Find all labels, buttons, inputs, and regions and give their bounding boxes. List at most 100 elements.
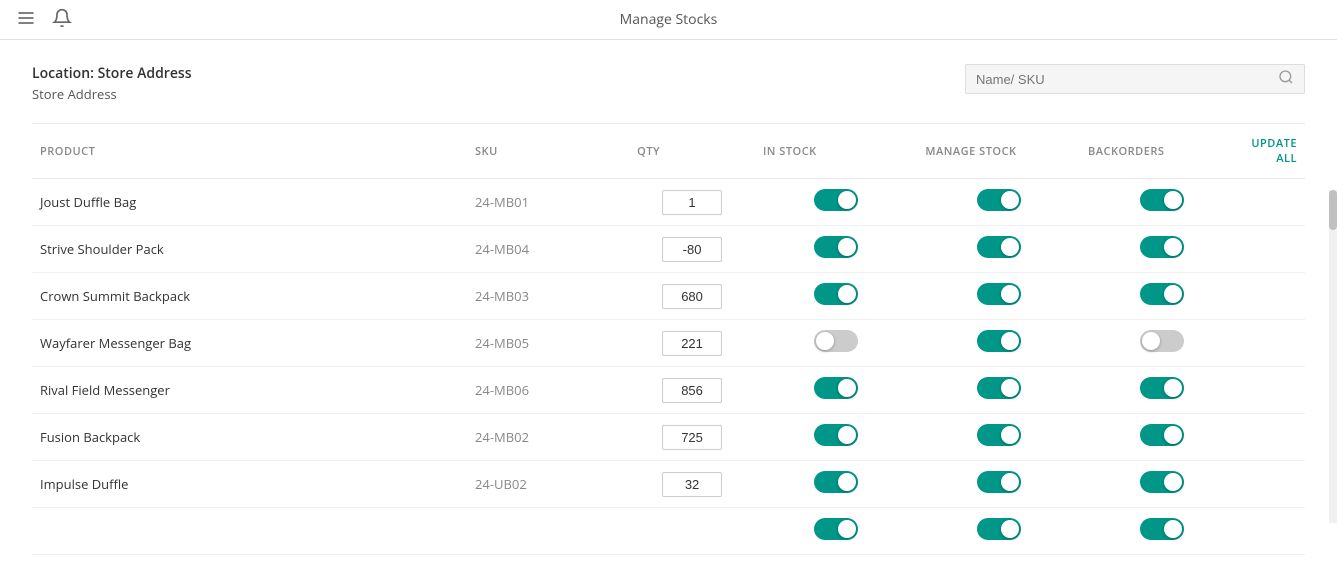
cell-qty[interactable] xyxy=(629,226,755,273)
cell-managestock[interactable] xyxy=(917,367,1080,414)
cell-managestock[interactable] xyxy=(917,273,1080,320)
cell-backorders[interactable] xyxy=(1080,414,1243,461)
instock-toggle[interactable] xyxy=(814,471,858,493)
content-area: Location: Store Address Store Address PR… xyxy=(0,40,1337,579)
backorders-toggle[interactable] xyxy=(1140,236,1184,258)
cell-qty[interactable] xyxy=(629,414,755,461)
instock-toggle[interactable] xyxy=(814,189,858,211)
cell-instock[interactable] xyxy=(755,226,917,273)
cell-product: Rival Field Messenger xyxy=(32,367,467,414)
location-header: Location: Store Address Store Address xyxy=(32,64,1305,103)
hamburger-icon[interactable] xyxy=(16,8,36,32)
scrollbar-track xyxy=(1329,190,1337,523)
cell-qty[interactable] xyxy=(629,320,755,367)
cell-managestock[interactable] xyxy=(917,461,1080,508)
cell-sku: 24-MB05 xyxy=(467,320,629,367)
toggle-knob xyxy=(1164,238,1182,256)
toggle-knob xyxy=(1164,426,1182,444)
location-info: Location: Store Address Store Address xyxy=(32,64,192,103)
managestock-toggle[interactable] xyxy=(977,377,1021,399)
cell-managestock[interactable] xyxy=(917,414,1080,461)
qty-input[interactable] xyxy=(662,472,722,497)
cell-sku: 24-UB02 xyxy=(467,461,629,508)
managestock-toggle[interactable] xyxy=(977,283,1021,305)
cell-backorders[interactable] xyxy=(1080,320,1243,367)
cell-product: Wayfarer Messenger Bag xyxy=(32,320,467,367)
managestock-toggle[interactable] xyxy=(977,236,1021,258)
cell-updateall xyxy=(1243,367,1305,414)
backorders-toggle[interactable] xyxy=(1140,377,1184,399)
cell-backorders[interactable] xyxy=(1080,367,1243,414)
instock-toggle[interactable] xyxy=(814,236,858,258)
cell-qty[interactable] xyxy=(629,179,755,226)
cell-qty[interactable] xyxy=(629,508,755,555)
qty-input[interactable] xyxy=(662,284,722,309)
cell-managestock[interactable] xyxy=(917,226,1080,273)
qty-input[interactable] xyxy=(662,237,722,262)
toggle-knob xyxy=(1164,473,1182,491)
cell-product: Fusion Backpack xyxy=(32,414,467,461)
cell-qty[interactable] xyxy=(629,367,755,414)
instock-toggle[interactable] xyxy=(814,330,858,352)
cell-managestock[interactable] xyxy=(917,320,1080,367)
bell-icon[interactable] xyxy=(52,8,72,32)
cell-instock[interactable] xyxy=(755,320,917,367)
cell-product: Joust Duffle Bag xyxy=(32,179,467,226)
cell-instock[interactable] xyxy=(755,414,917,461)
managestock-toggle[interactable] xyxy=(977,330,1021,352)
cell-qty[interactable] xyxy=(629,461,755,508)
topbar: Manage Stocks xyxy=(0,0,1337,40)
backorders-toggle[interactable] xyxy=(1140,283,1184,305)
table-row: Wayfarer Messenger Bag24-MB05 xyxy=(32,320,1305,367)
cell-product xyxy=(32,508,467,555)
cell-updateall xyxy=(1243,414,1305,461)
cell-backorders[interactable] xyxy=(1080,273,1243,320)
managestock-toggle[interactable] xyxy=(977,189,1021,211)
cell-instock[interactable] xyxy=(755,508,917,555)
cell-backorders[interactable] xyxy=(1080,226,1243,273)
cell-managestock[interactable] xyxy=(917,179,1080,226)
cell-product: Crown Summit Backpack xyxy=(32,273,467,320)
search-box[interactable] xyxy=(965,64,1305,94)
cell-sku xyxy=(467,508,629,555)
cell-qty[interactable] xyxy=(629,273,755,320)
toggle-knob xyxy=(1001,285,1019,303)
qty-input[interactable] xyxy=(662,425,722,450)
toggle-knob xyxy=(1164,285,1182,303)
cell-instock[interactable] xyxy=(755,367,917,414)
col-header-product: PRODUCT xyxy=(32,124,467,179)
backorders-toggle[interactable] xyxy=(1140,471,1184,493)
backorders-toggle[interactable] xyxy=(1140,189,1184,211)
scrollbar-thumb[interactable] xyxy=(1329,190,1337,230)
cell-instock[interactable] xyxy=(755,273,917,320)
instock-toggle[interactable] xyxy=(814,424,858,446)
toggle-knob xyxy=(1001,426,1019,444)
qty-input[interactable] xyxy=(662,378,722,403)
instock-toggle[interactable] xyxy=(814,283,858,305)
cell-managestock[interactable] xyxy=(917,508,1080,555)
qty-input[interactable] xyxy=(662,331,722,356)
update-all-button[interactable]: UPDATE ALL xyxy=(1243,124,1305,179)
cell-backorders[interactable] xyxy=(1080,179,1243,226)
backorders-toggle[interactable] xyxy=(1140,518,1184,540)
col-header-managestock: MANAGE STOCK xyxy=(917,124,1080,179)
cell-instock[interactable] xyxy=(755,461,917,508)
backorders-toggle[interactable] xyxy=(1140,330,1184,352)
col-header-backorders: BACKORDERS xyxy=(1080,124,1243,179)
cell-backorders[interactable] xyxy=(1080,508,1243,555)
managestock-toggle[interactable] xyxy=(977,424,1021,446)
qty-input[interactable] xyxy=(662,190,722,215)
managestock-toggle[interactable] xyxy=(977,518,1021,540)
toggle-knob xyxy=(1164,191,1182,209)
location-subtitle: Store Address xyxy=(32,85,192,103)
search-input[interactable] xyxy=(976,72,1278,87)
cell-backorders[interactable] xyxy=(1080,461,1243,508)
toggle-knob xyxy=(816,332,834,350)
location-title: Location: Store Address xyxy=(32,64,192,83)
instock-toggle[interactable] xyxy=(814,377,858,399)
table-row: Rival Field Messenger24-MB06 xyxy=(32,367,1305,414)
managestock-toggle[interactable] xyxy=(977,471,1021,493)
cell-instock[interactable] xyxy=(755,179,917,226)
instock-toggle[interactable] xyxy=(814,518,858,540)
backorders-toggle[interactable] xyxy=(1140,424,1184,446)
